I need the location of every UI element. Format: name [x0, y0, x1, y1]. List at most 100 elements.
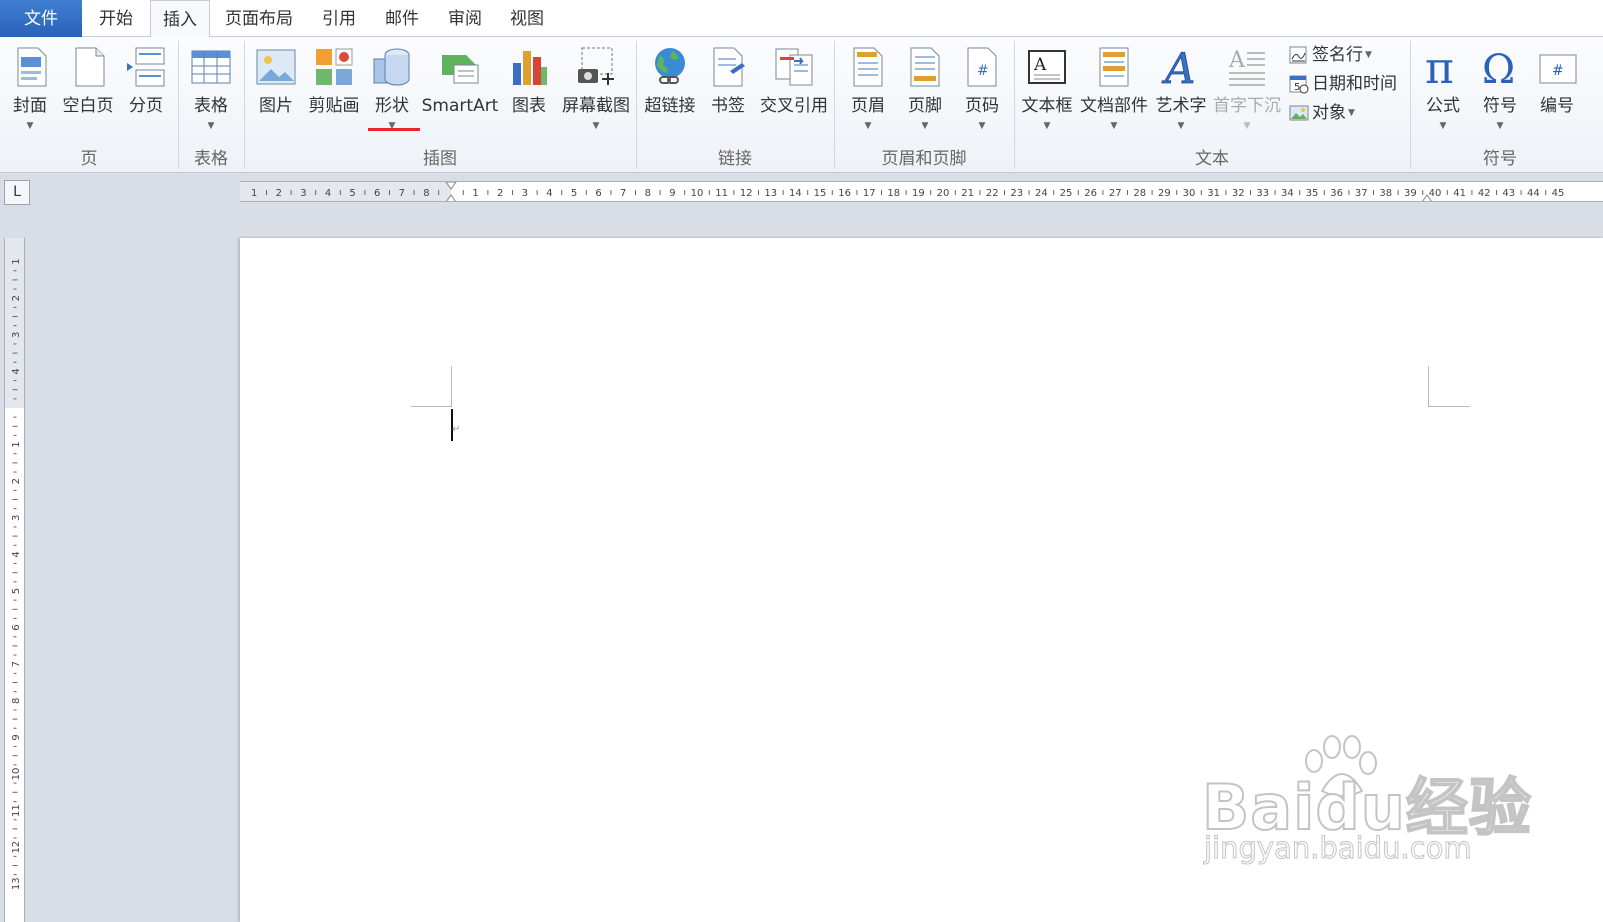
ruler-label: 2: [11, 295, 22, 301]
ruler-label: 39: [1404, 188, 1417, 199]
screenshot-icon: [578, 47, 614, 85]
object-label: 对象: [1312, 103, 1346, 123]
crop-mark-top-right-vertical: [1428, 366, 1429, 406]
ruler-label: 10: [11, 768, 22, 781]
signature-line-button[interactable]: 签名行 ▼: [1288, 41, 1372, 69]
ruler-label: 1: [472, 188, 478, 199]
symbol-button[interactable]: Ω 符号 ▼: [1472, 41, 1528, 145]
tab-view[interactable]: 视图: [497, 0, 557, 37]
page-break-button[interactable]: 分页: [118, 41, 174, 145]
ruler-label: 35: [1306, 188, 1319, 199]
bookmark-button[interactable]: 书签: [700, 41, 756, 145]
footer-label: 页脚: [908, 96, 942, 116]
vertical-ruler[interactable]: 432112345678910111213: [4, 238, 25, 922]
screenshot-label: 屏幕截图: [562, 96, 630, 116]
ruler-label: 44: [1527, 188, 1540, 199]
smartart-button[interactable]: SmartArt: [420, 41, 500, 145]
ruler-label: 4: [11, 368, 22, 374]
watermark-url: jingyan.baidu.com: [1204, 831, 1473, 866]
ruler-label: 7: [620, 188, 626, 199]
ruler-label: 7: [399, 188, 405, 199]
blank-page-button[interactable]: 空白页: [58, 41, 118, 145]
ruler-label: 30: [1183, 188, 1196, 199]
chevron-down-icon: ▼: [1043, 121, 1051, 131]
horizontal-ruler[interactable]: 87654321 1 2 3 4 5 6 7 8 9 10 11 12 13 14 15 16 17 18 19 20 2…: [240, 181, 1603, 202]
ruler-label: 9: [669, 188, 675, 199]
cover-page-button[interactable]: 封面 ▼: [2, 41, 58, 145]
equation-button[interactable]: π 公式 ▼: [1414, 41, 1472, 145]
quick-parts-icon: [1099, 47, 1129, 87]
drop-cap-icon: A: [1228, 48, 1265, 86]
footer-icon: [910, 47, 940, 87]
chevron-down-icon: ▼: [978, 121, 986, 131]
blank-page-label: 空白页: [62, 96, 114, 116]
cross-reference-button[interactable]: 交叉引用: [756, 41, 832, 145]
bookmark-icon: [713, 47, 745, 87]
group-label-text: 文本: [1195, 149, 1229, 169]
ruler-label: 29: [1158, 188, 1171, 199]
ruler-label: 6: [595, 188, 601, 199]
hyperlink-button[interactable]: 超链接: [640, 41, 700, 145]
date-time-icon: 5: [1289, 75, 1309, 94]
ruler-label: 42: [1478, 188, 1491, 199]
svg-text:A: A: [1228, 48, 1246, 73]
omega-icon: Ω: [1482, 47, 1515, 89]
chart-button[interactable]: 图表: [500, 41, 558, 145]
chevron-down-icon: ▼: [26, 121, 34, 131]
ruler-label: 5: [11, 588, 22, 594]
ruler-label: 3: [11, 515, 22, 521]
cross-reference-label: 交叉引用: [760, 96, 828, 116]
ribbon-insert: 封面 ▼ 空白页 分页 页 表格 ▼ 表格 图片 剪贴画 形状 ▼ SmartA…: [0, 37, 1603, 173]
crop-mark-top-left-horizontal: [411, 406, 452, 407]
ruler-ticks: [266, 190, 1547, 195]
signature-line-label: 签名行: [1312, 45, 1363, 65]
tab-references[interactable]: 引用: [310, 0, 368, 37]
word-art-button[interactable]: A 艺术字 ▼: [1152, 41, 1210, 145]
page-break-label: 分页: [129, 96, 163, 116]
table-button[interactable]: 表格 ▼: [182, 41, 240, 145]
clipart-button[interactable]: 剪贴画: [304, 41, 364, 145]
blank-page-icon: [75, 47, 105, 87]
tab-page-layout[interactable]: 页面布局: [214, 0, 304, 37]
ruler-label: 22: [986, 188, 999, 199]
chevron-down-icon: ▼: [1439, 121, 1447, 131]
chevron-down-icon: ▼: [1348, 108, 1355, 118]
drop-cap-button[interactable]: A 首字下沉 ▼: [1210, 41, 1284, 145]
ruler-label: 6: [374, 188, 380, 199]
ruler-label: 33: [1256, 188, 1269, 199]
picture-label: 图片: [259, 96, 293, 116]
screenshot-button[interactable]: 屏幕截图 ▼: [558, 41, 634, 145]
ruler-label: 6: [11, 624, 22, 630]
page-number-button[interactable]: # 页码 ▼: [954, 41, 1010, 145]
bar-chart-icon: [513, 51, 547, 85]
ruler-label: 4: [546, 188, 552, 199]
table-grid-icon: [191, 50, 231, 84]
tab-home[interactable]: 开始: [86, 0, 146, 37]
tab-review[interactable]: 审阅: [435, 0, 495, 37]
object-button[interactable]: 对象 ▼: [1288, 99, 1355, 127]
footer-button[interactable]: 页脚 ▼: [896, 41, 954, 145]
header-button[interactable]: 页眉 ▼: [840, 41, 896, 145]
ruler-label: 20: [937, 188, 950, 199]
ruler-label: 14: [789, 188, 802, 199]
ruler-label: 16: [838, 188, 851, 199]
quick-parts-button[interactable]: 文档部件 ▼: [1078, 41, 1150, 145]
page-number-label: 页码: [965, 96, 999, 116]
date-time-button[interactable]: 5 日期和时间: [1288, 70, 1397, 98]
tab-insert[interactable]: 插入: [150, 0, 210, 38]
equation-label: 公式: [1426, 96, 1460, 116]
ruler-margin-left: [240, 182, 451, 201]
crop-mark-top-left-vertical: [451, 366, 452, 406]
table-label: 表格: [194, 96, 228, 116]
text-box-button[interactable]: A 文本框 ▼: [1018, 41, 1076, 145]
tab-mailings[interactable]: 邮件: [372, 0, 432, 37]
ruler-label: 19: [912, 188, 925, 199]
picture-button[interactable]: 图片: [248, 41, 304, 145]
ruler-label: 11: [11, 804, 22, 817]
svg-text:#: #: [977, 63, 989, 79]
numbering-button[interactable]: # 编号: [1532, 41, 1603, 145]
ruler-label: 21: [961, 188, 974, 199]
tab-file[interactable]: 文件: [0, 0, 82, 37]
tab-stop-selector[interactable]: L: [4, 180, 30, 205]
ruler-label: 12: [740, 188, 753, 199]
